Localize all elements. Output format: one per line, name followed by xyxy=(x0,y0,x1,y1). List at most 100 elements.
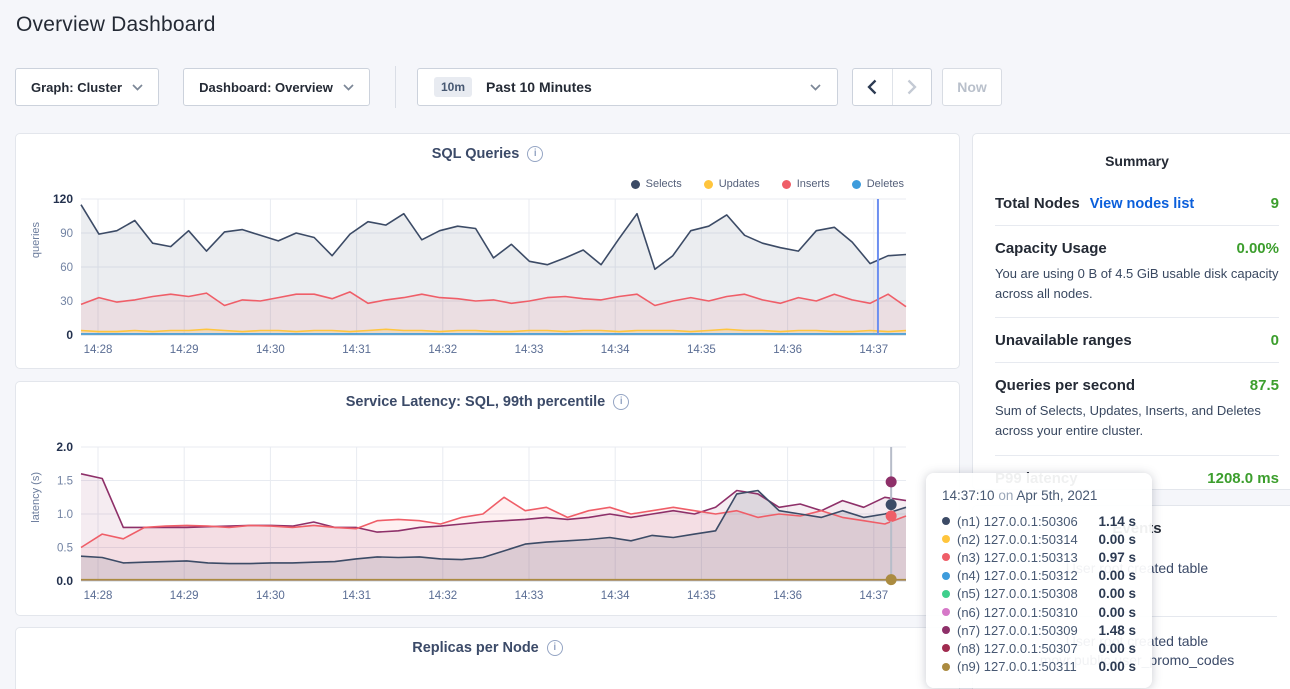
service-latency-chart[interactable]: 14:2814:2914:3014:3114:3214:3314:3414:35… xyxy=(16,442,961,610)
summary-row-value: 0.00% xyxy=(1236,240,1279,257)
series-color-dot xyxy=(631,180,640,189)
summary-row-capacity-usage: Capacity Usage 0.00% You are using 0 B of … xyxy=(995,225,1279,317)
series-color-dot xyxy=(704,180,713,189)
series-color-dot xyxy=(852,180,861,189)
summary-row-unavailable-ranges: Unavailable ranges0 xyxy=(995,317,1279,362)
hover-point xyxy=(886,574,897,585)
x-axis-tick-label: 14:29 xyxy=(170,590,199,602)
y-axis-tick-label: 1.5 xyxy=(57,476,73,488)
node-color-dot xyxy=(942,644,950,652)
summary-row-total-nodes: Total NodesView nodes list9 xyxy=(995,181,1279,225)
hover-point xyxy=(886,511,897,522)
tooltip-row: (n5) 127.0.0.1:503080.00 s xyxy=(942,585,1136,603)
tooltip-row: (n4) 127.0.0.1:50312 0.00 s xyxy=(942,567,1136,585)
node-color-dot xyxy=(942,535,950,543)
y-axis-tick-label: 120 xyxy=(53,194,73,206)
summary-row-description: You are using 0 B of 4.5 GiB usable disk… xyxy=(995,264,1279,304)
x-axis-tick-label: 14:37 xyxy=(859,590,888,602)
toolbar-divider xyxy=(395,66,396,108)
summary-row-label: Capacity Usage xyxy=(995,240,1107,257)
x-axis-tick-label: 14:29 xyxy=(170,344,199,356)
x-axis-tick-label: 14:36 xyxy=(773,590,802,602)
y-axis-tick-label: 0.0 xyxy=(56,574,73,588)
x-axis-tick-label: 14:36 xyxy=(773,344,802,356)
x-axis-tick-label: 14:34 xyxy=(601,590,630,602)
x-axis-tick-label: 14:33 xyxy=(515,590,544,602)
summary-row-header: Queries per second 87.5 xyxy=(995,377,1279,394)
time-range-label: Past 10 Minutes xyxy=(486,79,592,95)
x-axis-tick-label: 14:32 xyxy=(428,590,457,602)
tooltip-row: (n6) 127.0.0.1:50310 0.00 s xyxy=(942,603,1136,621)
summary-title: Summary xyxy=(973,153,1290,169)
tooltip-row: (n1) 127.0.0.1:50306 1.14 s xyxy=(942,512,1136,530)
x-axis-tick-label: 14:32 xyxy=(428,344,457,356)
chart-hover-tooltip: 14:37:10 on Apr 5th, 2021 (n1) 127.0.0.1… xyxy=(926,473,1152,688)
info-icon[interactable]: i xyxy=(613,394,629,410)
replicas-per-node-panel: Replicas per Node i xyxy=(15,627,960,689)
sql-queries-chart[interactable]: 14:2814:2914:3014:3114:3214:3314:3414:35… xyxy=(16,194,961,362)
page-title: Overview Dashboard xyxy=(16,13,216,37)
y-axis-tick-label: 0 xyxy=(66,328,73,342)
series-color-dot xyxy=(782,180,791,189)
tooltip-node-value: 0.00 s xyxy=(1098,568,1136,583)
legend-label: Deletes xyxy=(867,178,904,190)
node-color-dot xyxy=(942,608,950,616)
time-range-selector[interactable]: 10m Past 10 Minutes xyxy=(417,68,838,106)
tooltip-row: (n2) 127.0.0.1:503140.00 s xyxy=(942,530,1136,548)
tooltip-node-value: 0.00 s xyxy=(1098,659,1136,674)
legend-item-updates: Updates xyxy=(704,178,760,190)
now-button[interactable]: Now xyxy=(942,68,1002,106)
x-axis-tick-label: 14:30 xyxy=(256,344,285,356)
tooltip-node-value: 1.14 s xyxy=(1098,514,1136,529)
summary-row-label: Queries per second xyxy=(995,377,1135,394)
tooltip-node-label: (n7) 127.0.0.1:50309 xyxy=(957,623,1078,638)
summary-row-header: Total NodesView nodes list9 xyxy=(995,195,1279,212)
summary-panel: Summary Total NodesView nodes list9 Capac… xyxy=(972,133,1290,490)
sql-chart-title: SQL Queries xyxy=(432,146,520,162)
view-nodes-list-link[interactable]: View nodes list xyxy=(1090,196,1195,212)
chevron-right-icon xyxy=(907,79,917,95)
time-range-badge: 10m xyxy=(434,77,472,97)
tooltip-node-label: (n6) 127.0.0.1:50310 xyxy=(957,605,1078,620)
chevron-down-icon xyxy=(132,84,143,91)
tooltip-node-label: (n2) 127.0.0.1:50314 xyxy=(957,532,1078,547)
y-axis-tick-label: 60 xyxy=(60,262,73,274)
y-axis-tick-label: 30 xyxy=(60,296,73,308)
x-axis-tick-label: 14:35 xyxy=(687,344,716,356)
tooltip-node-label: (n4) 127.0.0.1:50312 xyxy=(957,568,1078,583)
hover-point xyxy=(886,476,897,487)
info-icon[interactable]: i xyxy=(527,146,543,162)
overview-dashboard-page: Overview Dashboard Graph: Cluster Dashbo… xyxy=(0,0,1290,689)
tooltip-row: (n3) 127.0.0.1:503130.97 s xyxy=(942,548,1136,566)
summary-row-queries-per-second: Queries per second 87.5 Sum of Selects, Up… xyxy=(995,362,1279,454)
x-axis-tick-label: 14:34 xyxy=(601,344,630,356)
time-next-button[interactable] xyxy=(893,69,932,105)
node-color-dot xyxy=(942,517,950,525)
dashboard-dropdown[interactable]: Dashboard: Overview xyxy=(183,68,370,106)
x-axis-tick-label: 14:28 xyxy=(84,344,113,356)
time-prev-button[interactable] xyxy=(853,69,893,105)
replicas-chart-title: Replicas per Node xyxy=(412,640,539,656)
x-axis-tick-label: 14:28 xyxy=(84,590,113,602)
summary-row-header: Capacity Usage 0.00% xyxy=(995,240,1279,257)
legend-label: Updates xyxy=(719,178,760,190)
tooltip-node-label: (n5) 127.0.0.1:50308 xyxy=(957,586,1078,601)
tooltip-row: (n9) 127.0.0.1:503110.00 s xyxy=(942,658,1136,676)
legend-item-deletes: Deletes xyxy=(852,178,904,190)
summary-row-value: 1208.0 ms xyxy=(1207,470,1279,487)
y-axis-tick-label: 0.5 xyxy=(57,543,73,555)
summary-row-value: 0 xyxy=(1271,332,1279,349)
summary-row-description: Sum of Selects, Updates, Inserts, and De… xyxy=(995,401,1279,441)
x-axis-tick-label: 14:37 xyxy=(859,344,888,356)
x-axis-tick-label: 14:31 xyxy=(342,344,371,356)
y-axis-tick-label: 90 xyxy=(60,228,73,240)
tooltip-row: (n7) 127.0.0.1:503091.48 s xyxy=(942,621,1136,639)
y-axis-tick-label: 2.0 xyxy=(56,442,73,454)
tooltip-node-value: 0.00 s xyxy=(1098,605,1136,620)
info-icon[interactable]: i xyxy=(547,640,563,656)
summary-row-value: 87.5 xyxy=(1250,377,1279,394)
tooltip-node-label: (n1) 127.0.0.1:50306 xyxy=(957,514,1078,529)
graph-dropdown[interactable]: Graph: Cluster xyxy=(15,68,159,106)
legend-label: Inserts xyxy=(797,178,830,190)
tooltip-node-value: 0.00 s xyxy=(1098,641,1136,656)
